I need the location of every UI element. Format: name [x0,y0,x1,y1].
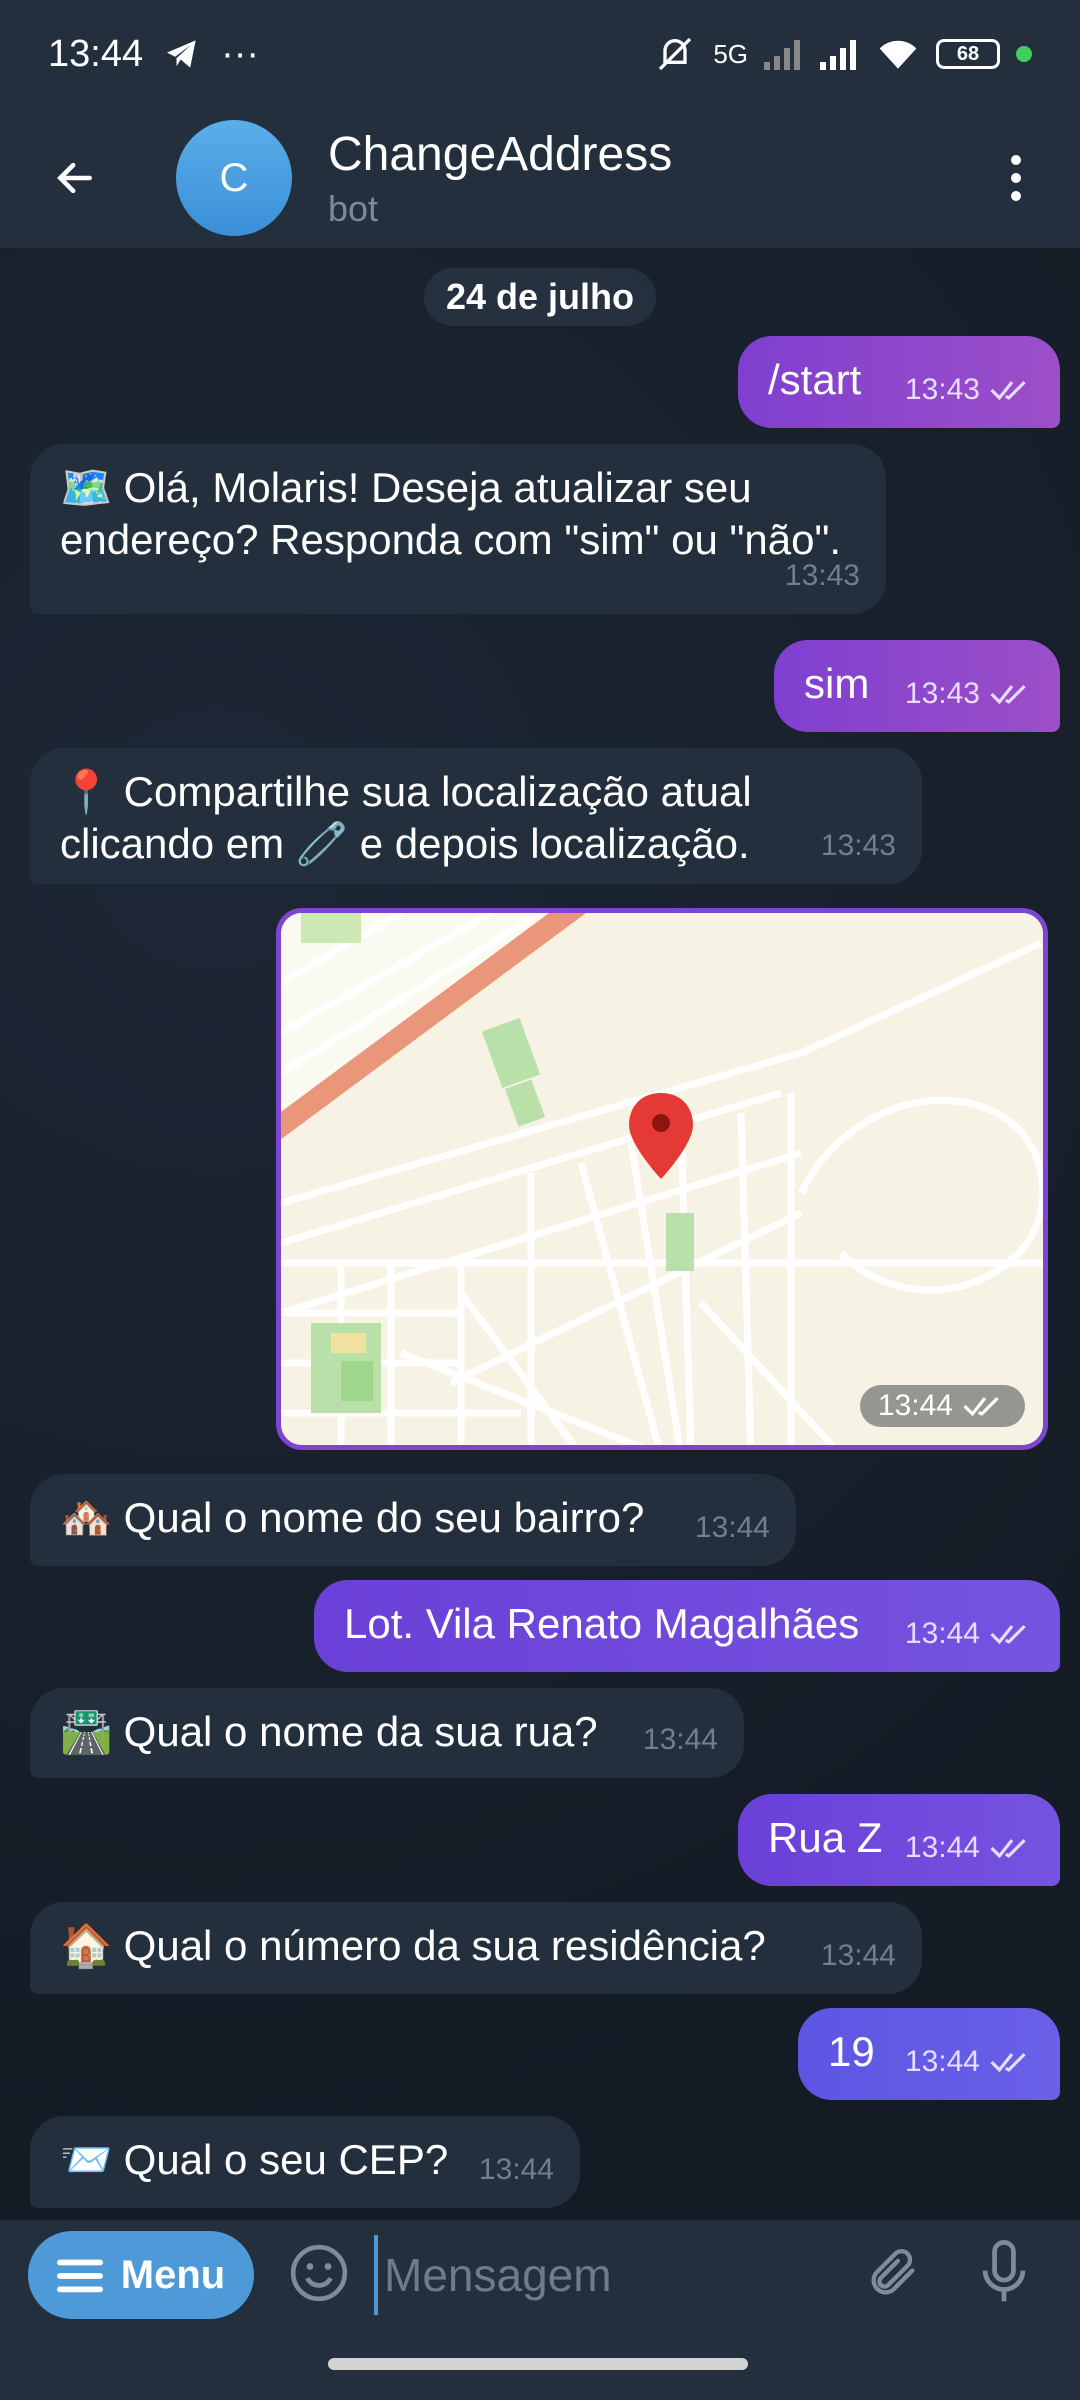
smiley-icon [290,2244,348,2301]
map-image [281,913,1043,1445]
telegram-icon [167,40,196,68]
message-bubble[interactable]: /start 13:43 [738,336,1060,428]
chat-header: C ChangeAddress bot [0,108,1080,248]
network-type: 5G [713,38,748,69]
house-emoji-icon: 🏠 [60,1922,113,1969]
microphone-button[interactable] [978,2239,1030,2311]
message-text: Olá, Molaris! Deseja atualizar seu [123,464,752,511]
system-nav-bar [0,2330,1080,2400]
mute-icon [659,37,692,71]
chat-area[interactable]: 24 de julho /start 13:43 🗺️ Olá, Molaris… [0,248,1080,2220]
menu-label: Menu [120,2252,226,2297]
message-text: Qual o nome do seu bairro? [123,1494,645,1541]
envelope-emoji-icon: 📨 [60,2136,113,2183]
double-check-icon [990,685,1026,705]
message-time: 13:43 [784,559,860,592]
message-bubble[interactable]: 📍 Compartilhe sua localização atual clic… [30,748,922,884]
message-time: 13:43 [904,677,980,710]
message-time: 13:43 [820,829,896,862]
attach-button[interactable] [864,2242,922,2309]
message-time: 13:44 [820,1939,896,1972]
message-time: 13:44 [904,1617,980,1650]
privacy-dot [1016,46,1032,62]
back-button[interactable] [0,108,150,248]
double-check-icon [990,2053,1026,2073]
date-chip: 24 de julho [424,268,656,326]
chat-title: ChangeAddress [328,127,673,181]
location-message[interactable]: 13:44 [276,908,1048,1450]
message-text: Lot. Vila Renato Magalhães [344,1600,860,1647]
message-text: clicando em 🧷 e depois localização. [60,820,750,867]
message-time: 13:43 [904,373,980,406]
message-bubble[interactable]: sim 13:43 [774,640,1060,732]
message-input[interactable]: Mensagem [374,2235,804,2315]
message-bubble[interactable]: 🏠 Qual o número da sua residência? 13:44 [30,1902,922,1994]
wifi-icon [879,40,917,69]
signal-icon-1 [764,40,800,70]
map-emoji-icon: 🗺️ [60,464,113,511]
microphone-icon [982,2239,1026,2301]
message-text: /start [768,356,862,403]
home-gesture-handle[interactable] [328,2358,748,2370]
message-time: 13:44 [904,1831,980,1864]
signal-icon-2 [820,40,856,70]
status-bar: 13:44 ··· 5G 68 [0,0,1080,108]
message-bubble[interactable]: 📨 Qual o seu CEP? 13:44 [30,2116,580,2208]
double-check-icon [990,1839,1026,1859]
message-text: Qual o seu CEP? [123,2136,449,2183]
double-check-icon [963,1397,999,1417]
message-bubble[interactable]: 🛣️ Qual o nome da sua rua? 13:44 [30,1688,744,1778]
chat-title-block[interactable]: ChangeAddress bot [328,127,672,230]
message-bubble[interactable]: 🗺️ Olá, Molaris! Deseja atualizar seu en… [30,444,886,614]
message-text: Compartilhe sua localização atual [123,768,752,815]
status-time: 13:44 [48,32,144,75]
double-check-icon [990,381,1026,401]
kebab-menu-icon[interactable] [986,142,1046,214]
message-time: 13:44 [478,2153,554,2186]
message-text: sim [804,660,870,707]
message-text: Rua Z [768,1814,883,1861]
emoji-button[interactable] [288,2242,350,2309]
hamburger-icon [56,2259,103,2293]
message-text: Qual o nome da sua rua? [123,1708,598,1755]
map-timestamp: 13:44 [859,1385,1025,1427]
chat-subtitle: bot [328,187,379,229]
avatar[interactable]: C [176,120,292,236]
pin-emoji-icon: 📍 [60,768,113,815]
message-time: 13:44 [904,2045,980,2078]
message-bubble[interactable]: Rua Z 13:44 [738,1794,1060,1886]
back-arrow-icon [57,162,92,194]
message-text: endereço? Responda com "sim" ou "não". [60,516,842,563]
message-time: 13:44 [642,1723,718,1756]
double-check-icon [990,1625,1026,1645]
message-bubble[interactable]: 19 13:44 [798,2008,1060,2100]
message-bubble[interactable]: Lot. Vila Renato Magalhães 13:44 [314,1580,1060,1672]
message-time: 13:44 [694,1511,770,1544]
paperclip-icon [871,2248,915,2294]
message-text: 19 [828,2028,875,2075]
message-text: Qual o número da sua residência? [123,1922,766,1969]
input-bar: Menu Mensagem [0,2220,1080,2330]
message-bubble[interactable]: 🏘️ Qual o nome do seu bairro? 13:44 [30,1474,796,1566]
houses-emoji-icon: 🏘️ [60,1494,113,1541]
battery-indicator: 68 [936,39,1000,69]
menu-button[interactable]: Menu [28,2231,254,2319]
road-emoji-icon: 🛣️ [60,1708,113,1755]
more-notifications-icon: ··· [221,32,260,75]
